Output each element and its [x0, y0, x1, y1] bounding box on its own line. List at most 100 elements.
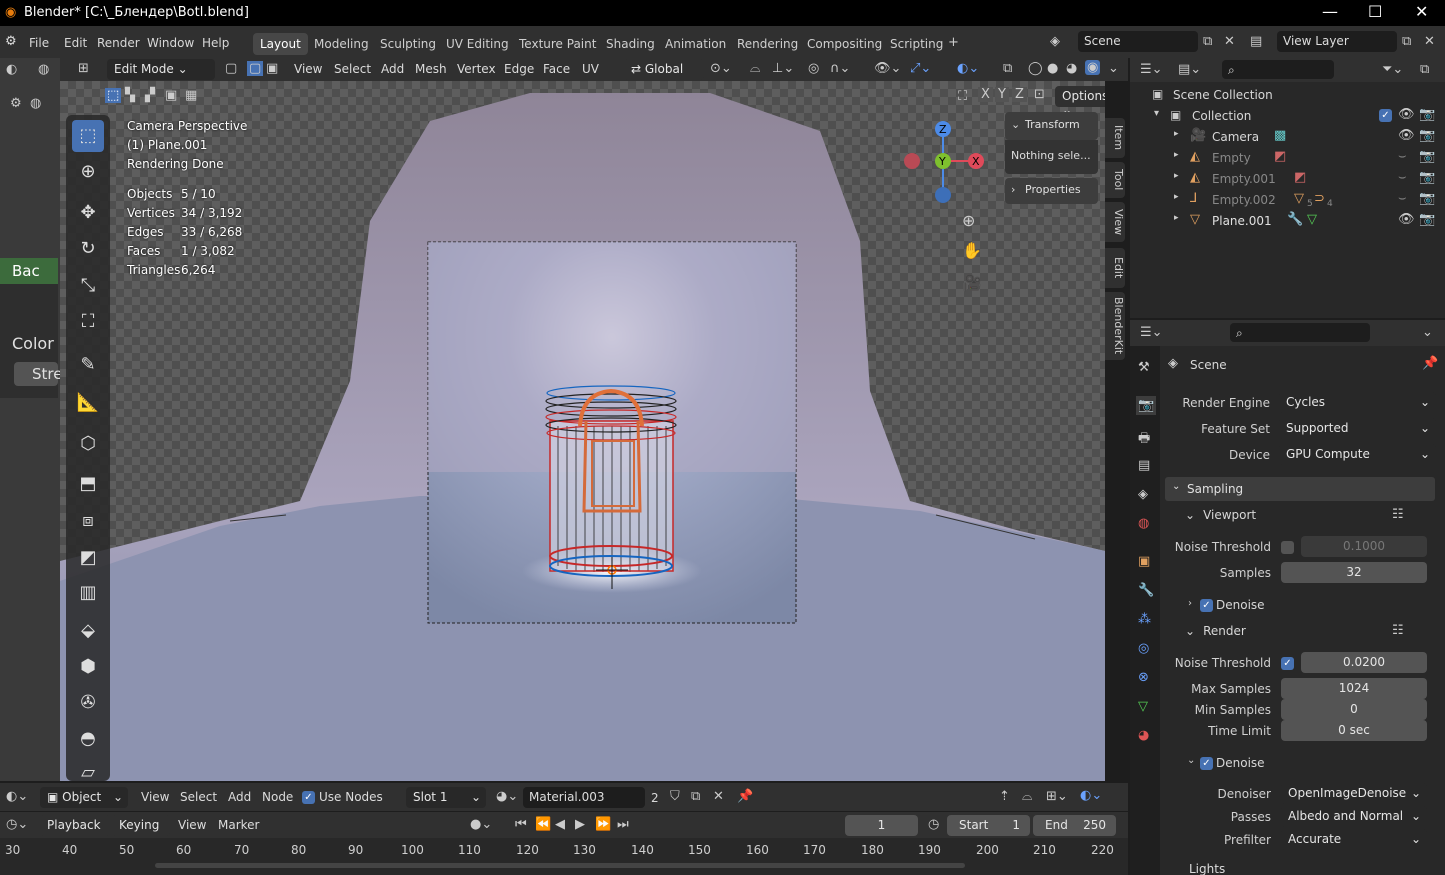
camera-render-icon[interactable]: 📷: [1419, 212, 1435, 227]
camera-data-icon[interactable]: ▩: [1274, 128, 1286, 143]
maximize-button[interactable]: ☐: [1368, 2, 1382, 21]
image-empty-icon[interactable]: ◩: [1274, 149, 1286, 164]
shader-type-select[interactable]: ▣ Object ⌄: [40, 787, 128, 808]
node-strength-field[interactable]: Stre: [14, 362, 62, 386]
pan-hand-icon[interactable]: ✋: [962, 241, 982, 260]
menu-mesh[interactable]: Mesh: [415, 62, 447, 76]
rendered-shading-icon[interactable]: ◉: [1085, 60, 1101, 75]
material-users-count[interactable]: 2: [651, 791, 659, 805]
min-samples-field[interactable]: 0: [1281, 699, 1427, 720]
extrude-tool[interactable]: ⬒: [72, 468, 104, 500]
presets-list-icon[interactable]: ☷: [1392, 507, 1404, 522]
start-frame-field[interactable]: Start 1: [947, 815, 1030, 836]
pin-icon[interactable]: 📌: [1422, 356, 1438, 371]
shading-options-icon[interactable]: ⌄: [1108, 61, 1119, 76]
outliner-row-camera[interactable]: ▸ 🎥 Camera ▩ 👁 📷: [1130, 126, 1445, 147]
new-collection-icon[interactable]: ⧉: [1420, 62, 1429, 77]
eye-closed-icon[interactable]: ⌣: [1398, 170, 1407, 185]
viewport-noise-threshold-field[interactable]: 0.1000: [1301, 536, 1427, 557]
tab-animation[interactable]: Animation: [658, 33, 733, 55]
add-workspace-icon[interactable]: +: [948, 35, 959, 50]
rotate-tool[interactable]: ↻: [72, 233, 104, 265]
render-noise-threshold-checkbox[interactable]: ✓: [1281, 657, 1294, 670]
orientation-select[interactable]: ⇄ Global ⌄: [624, 59, 704, 90]
view-layer-icon[interactable]: ▤: [1250, 34, 1262, 49]
spin-tool[interactable]: ✇: [72, 687, 104, 719]
zoom-icon[interactable]: ⊕: [962, 211, 975, 230]
loop-cut-tool[interactable]: ▥: [72, 577, 104, 609]
snap-icon[interactable]: ⌓: [1022, 789, 1032, 804]
add-cube-tool[interactable]: ⬡: [72, 428, 104, 460]
edge-select-icon[interactable]: ▢: [247, 61, 264, 76]
menu-edit[interactable]: Edit: [64, 36, 87, 50]
gizmo-icon[interactable]: ⤢⌄: [910, 61, 931, 76]
wireframe-shading-icon[interactable]: ◯: [1028, 61, 1043, 76]
transform-panel-header[interactable]: ⌄ Transform: [1005, 112, 1098, 140]
properties-panel-header[interactable]: › Properties: [1005, 178, 1098, 204]
viewport-subpanel-header[interactable]: ⌄ Viewport: [1185, 508, 1256, 522]
eye-icon[interactable]: 👁: [1398, 212, 1415, 227]
world-tab-icon[interactable]: ◍: [1138, 516, 1149, 531]
auto-merge-icon[interactable]: ⊡: [1034, 87, 1045, 102]
denoiser-select[interactable]: OpenImageDenoise ⌄: [1281, 783, 1427, 804]
render-subpanel-header[interactable]: ⌄ Render: [1185, 624, 1246, 638]
menu-edge[interactable]: Edge: [504, 62, 534, 76]
overlay-icon[interactable]: ◐⌄: [1080, 788, 1102, 803]
material-name-field[interactable]: Material.003: [523, 787, 645, 808]
3d-viewport[interactable]: Camera Perspective (1) Plane.001 Renderi…: [60, 81, 1105, 781]
menu-vertex[interactable]: Vertex: [457, 62, 496, 76]
camera-render-icon[interactable]: 📷: [1419, 107, 1435, 122]
inset-tool[interactable]: ⧈: [72, 505, 104, 537]
menu-help[interactable]: Help: [202, 36, 229, 50]
viewport-samples-field[interactable]: 32: [1281, 562, 1427, 583]
new-view-layer-icon[interactable]: ⧉: [1402, 34, 1411, 49]
chevron-right-icon[interactable]: ›: [1188, 598, 1192, 609]
timeline-scrollbar[interactable]: [155, 863, 965, 868]
annotate-tool[interactable]: ✎: [72, 349, 104, 381]
duplicate-material-icon[interactable]: ⧉: [691, 789, 700, 804]
knife-tool[interactable]: ⬙: [72, 615, 104, 647]
tab-texture-paint[interactable]: Texture Paint: [512, 33, 603, 55]
slot-select[interactable]: Slot 1 ⌄: [406, 787, 486, 808]
feature-set-select[interactable]: Supported ⌄: [1279, 418, 1436, 439]
settings-icon[interactable]: ⚙: [10, 96, 22, 111]
tab-scripting[interactable]: Scripting: [883, 33, 950, 55]
close-button[interactable]: ✕: [1415, 2, 1428, 21]
chevron-down-icon[interactable]: ▾: [1154, 108, 1159, 119]
select-new-icon[interactable]: ⬚: [105, 88, 122, 103]
presets-list-icon[interactable]: ☷: [1392, 623, 1404, 638]
chevron-right-icon[interactable]: ▸: [1174, 150, 1179, 160]
tab-sculpting[interactable]: Sculpting: [373, 33, 443, 55]
prev-keyframe-icon[interactable]: ⏪: [535, 817, 551, 832]
menu-view[interactable]: View: [294, 62, 322, 76]
scale-tool[interactable]: ⤡: [72, 270, 104, 302]
solid-shading-icon[interactable]: ●: [1047, 61, 1058, 76]
tab-blenderkit[interactable]: BlenderKit: [1105, 292, 1125, 360]
select-box-tool[interactable]: ⬚: [72, 120, 104, 152]
physics-tab-icon[interactable]: ◎: [1138, 641, 1149, 656]
cursor-tool[interactable]: ⊕: [72, 156, 104, 188]
blender-menu-icon[interactable]: ⚙: [5, 34, 17, 49]
camera-render-off-icon[interactable]: 📷: [1419, 170, 1435, 185]
poly-build-tool[interactable]: ⬢: [72, 651, 104, 683]
camera-render-off-icon[interactable]: 📷: [1419, 149, 1435, 164]
snap-mode-icon[interactable]: ⊞⌄: [1046, 789, 1068, 804]
render-engine-select[interactable]: Cycles ⌄: [1279, 392, 1436, 413]
tab-layout[interactable]: Layout: [253, 33, 308, 55]
menu-view[interactable]: View: [178, 818, 206, 832]
snap-icon[interactable]: ⌓: [750, 61, 760, 76]
device-select[interactable]: GPU Compute ⌄: [1279, 444, 1436, 465]
outliner-search-input[interactable]: ⌕: [1222, 60, 1334, 79]
select-extend-icon[interactable]: ▚: [125, 88, 135, 103]
material-shading-icon[interactable]: ◕: [1066, 61, 1077, 76]
play-icon[interactable]: ▶: [575, 817, 585, 832]
tab-compositing[interactable]: Compositing: [800, 33, 889, 55]
eye-closed-icon[interactable]: ⌣: [1398, 191, 1407, 206]
editor-type-icon[interactable]: ☰⌄: [1140, 62, 1163, 77]
mirror-y-button[interactable]: Y: [995, 87, 1009, 102]
select-intersect-icon[interactable]: ▦: [185, 88, 197, 103]
record-icon[interactable]: ●⌄: [470, 817, 492, 832]
eye-icon[interactable]: 👁: [1398, 128, 1415, 143]
vertex-select-icon[interactable]: ▢: [225, 61, 237, 76]
editor-type-icon[interactable]: ☰⌄: [1140, 325, 1163, 340]
